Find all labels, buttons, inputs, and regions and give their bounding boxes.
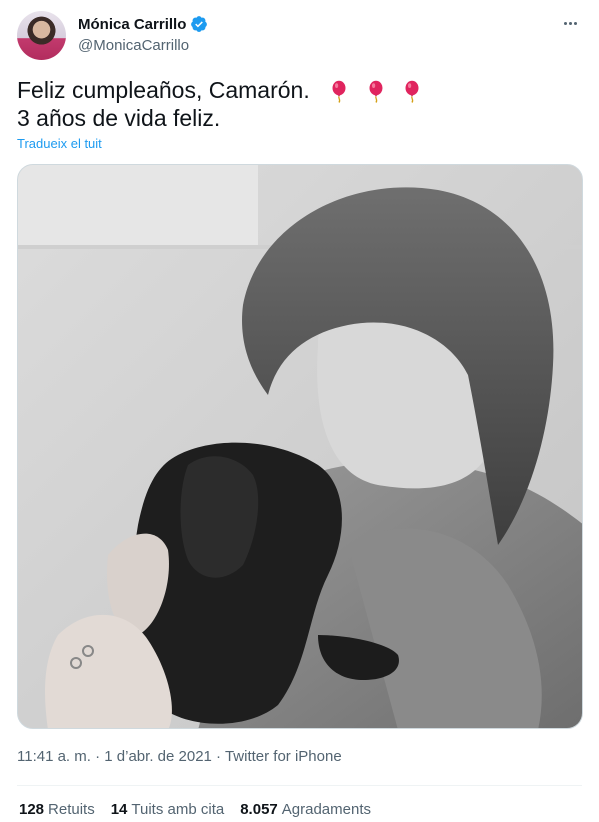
tweet-photo[interactable] [17,164,583,729]
author-name-row: Mónica Carrillo [78,15,208,33]
balloon-icon [332,80,346,103]
quotes-count: 14 [110,801,128,818]
tweet-text: Feliz cumpleaños, Camarón. 3 años de vid… [17,76,577,132]
tweet-text-line-2: 3 años de vida feliz. [17,105,221,131]
retweets-stat[interactable]: 128 Retuits [19,801,95,818]
tweet-card: Mónica Carrillo @MonicaCarrillo Feliz cu… [0,0,599,822]
avatar[interactable] [17,11,66,60]
balloon-icon [369,80,383,103]
quotes-stat[interactable]: 14 Tuits amb cita [111,801,225,818]
divider [17,785,582,786]
likes-count: 8.057 [240,801,278,818]
translate-tweet-link[interactable]: Tradueix el tuit [17,136,102,151]
tweet-photo-image [18,165,582,728]
balloon-icon [405,80,419,103]
tweet-meta: 11:41 a. m. · 1 d’abr. de 2021 · Twitter… [17,748,342,765]
meta-separator: · [90,748,105,765]
retweets-label: Retuits [48,801,95,818]
tweet-source[interactable]: Twitter for iPhone [225,748,342,765]
author-handle[interactable]: @MonicaCarrillo [78,37,189,54]
tweet-stats: 128 Retuits 14 Tuits amb cita 8.057 Agradam… [19,801,371,818]
tweet-date[interactable]: 1 d’abr. de 2021 [104,748,212,765]
tweet-text-line-1: Feliz cumpleaños, Camarón. [17,76,577,104]
tweet-time[interactable]: 11:41 a. m. [17,748,91,765]
author-display-name[interactable]: Mónica Carrillo [78,16,186,33]
meta-separator: · [211,748,225,765]
more-options-icon[interactable] [559,12,581,34]
likes-stat[interactable]: 8.057 Agradaments [240,801,371,818]
verified-badge-icon [191,16,208,32]
retweets-count: 128 [19,801,45,818]
quotes-label: Tuits amb cita [131,801,225,818]
likes-label: Agradaments [281,801,371,818]
tweet-text-line-1-text: Feliz cumpleaños, Camarón. [17,77,310,103]
